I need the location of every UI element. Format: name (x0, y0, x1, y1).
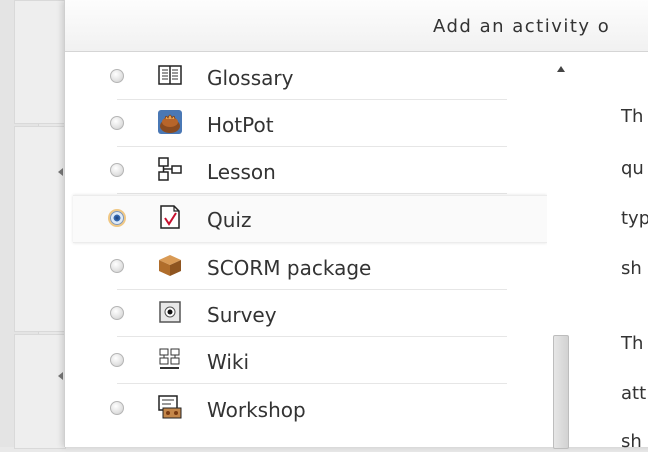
dialog-title: Add an activity o (433, 16, 611, 37)
separator (117, 289, 507, 290)
description-text: Th (621, 333, 644, 354)
separator (117, 383, 507, 384)
description-text: att (621, 383, 647, 404)
activity-option-workshop[interactable]: Workshop (73, 386, 547, 432)
separator (117, 336, 507, 337)
background-arrow-icon (58, 168, 63, 176)
activity-option-quiz[interactable]: Quiz (73, 195, 547, 243)
radio-scorm-package[interactable] (110, 259, 124, 273)
scorm-package-icon (159, 255, 181, 276)
activity-list-scrollbar[interactable] (551, 52, 571, 449)
activity-label-lesson: Lesson (207, 160, 276, 184)
activity-option-glossary[interactable]: Glossary (73, 54, 547, 100)
workshop-icon (158, 395, 182, 419)
radio-quiz[interactable] (110, 211, 124, 225)
activity-label-glossary: Glossary (207, 66, 294, 90)
wiki-icon (159, 348, 180, 369)
radio-survey[interactable] (110, 306, 124, 320)
activity-option-survey[interactable]: Survey (73, 291, 547, 337)
activity-option-scorm-package[interactable]: SCORM package (73, 244, 547, 290)
survey-icon (159, 301, 181, 323)
separator (117, 146, 507, 147)
radio-workshop[interactable] (110, 401, 124, 415)
scroll-up-arrow-icon[interactable] (557, 66, 565, 72)
lesson-icon (158, 157, 182, 181)
dialog-header: Add an activity o (65, 0, 648, 52)
hotpot-icon (158, 110, 182, 134)
activity-list: Glossary HotPot Lesson Quiz SCORM packag… (65, 52, 547, 447)
radio-lesson[interactable] (110, 163, 124, 177)
background-arrow-icon (58, 372, 63, 380)
activity-label-hotpot: HotPot (207, 113, 274, 137)
activity-label-wiki: Wiki (207, 350, 250, 374)
activity-label-workshop: Workshop (207, 398, 306, 422)
add-activity-dialog: Add an activity o Glossary HotPot Lesson… (64, 0, 648, 452)
activity-label-scorm-package: SCORM package (207, 256, 372, 280)
background-panel (14, 126, 66, 332)
separator (117, 193, 507, 194)
activity-option-lesson[interactable]: Lesson (73, 148, 547, 194)
activity-option-hotpot[interactable]: HotPot (73, 101, 547, 147)
background-panel (14, 0, 66, 124)
quiz-icon (160, 205, 180, 229)
description-text: Th (621, 106, 644, 127)
activity-label-quiz: Quiz (207, 208, 252, 232)
activity-label-survey: Survey (207, 303, 277, 327)
activity-option-wiki[interactable]: Wiki (73, 338, 547, 384)
background-panel (14, 334, 66, 449)
glossary-icon (158, 65, 182, 85)
radio-wiki[interactable] (110, 353, 124, 367)
description-text: typ (621, 208, 648, 229)
separator (117, 99, 507, 100)
scroll-thumb[interactable] (553, 335, 569, 449)
description-text: sh (621, 431, 642, 452)
description-text: qu (621, 158, 644, 179)
radio-hotpot[interactable] (110, 116, 124, 130)
radio-glossary[interactable] (110, 69, 124, 83)
description-text: sh (621, 258, 642, 279)
